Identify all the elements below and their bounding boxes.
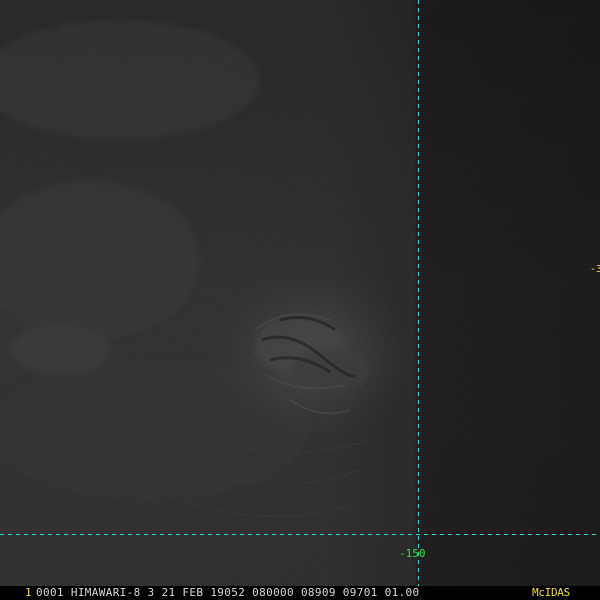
frame-number: 1 <box>25 586 32 599</box>
satellite-image-viewer[interactable]: -150 -3 1 0001 HIMAWARI-8 3 21 FEB 19052… <box>0 0 600 600</box>
status-bar: 1 0001 HIMAWARI-8 3 21 FEB 19052 080000 … <box>0 586 600 600</box>
image-grain <box>0 0 600 600</box>
edge-grid-label: -3 <box>590 264 600 275</box>
satellite-visible-imagery <box>0 0 600 600</box>
mcidas-brand: McIDAS <box>532 586 570 599</box>
longitude-label: -150 <box>399 547 426 560</box>
image-info-text: 0001 HIMAWARI-8 3 21 FEB 19052 080000 08… <box>36 586 420 599</box>
